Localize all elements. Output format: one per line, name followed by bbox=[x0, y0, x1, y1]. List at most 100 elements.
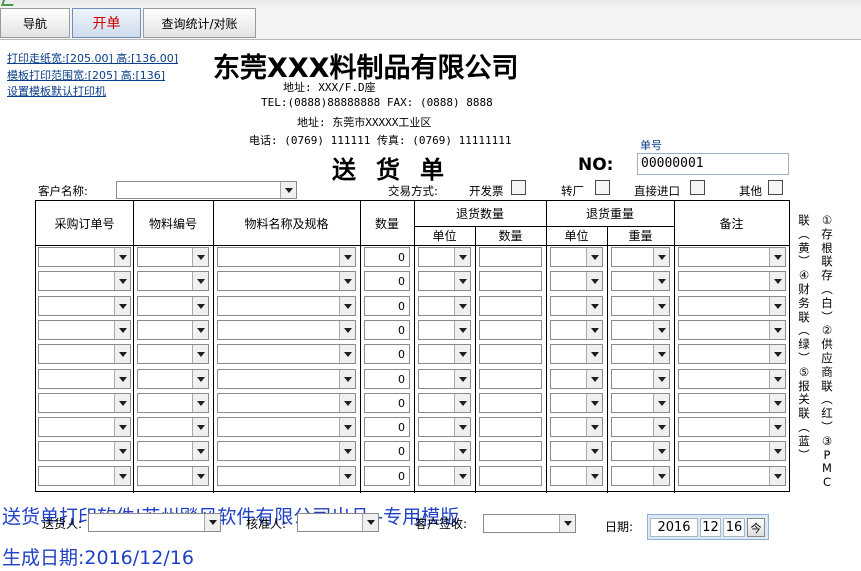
remark-select[interactable] bbox=[678, 319, 786, 340]
weight-select[interactable] bbox=[611, 344, 670, 365]
unit-select[interactable] bbox=[418, 319, 471, 340]
tab-query-stats[interactable]: 查询统计/对账 bbox=[143, 8, 256, 38]
material-no-select[interactable] bbox=[137, 392, 209, 413]
qty-input[interactable]: 0 bbox=[364, 368, 410, 389]
material-name-select[interactable] bbox=[217, 319, 356, 340]
other-checkbox[interactable] bbox=[768, 180, 783, 195]
chevron-down-icon[interactable] bbox=[114, 296, 130, 315]
weight-select[interactable] bbox=[611, 441, 670, 462]
chevron-down-icon[interactable] bbox=[114, 320, 130, 339]
return-count-input[interactable] bbox=[479, 295, 542, 316]
material-no-select[interactable] bbox=[137, 319, 209, 340]
material-name-select[interactable] bbox=[217, 344, 356, 365]
date-day[interactable]: 16 bbox=[723, 518, 745, 537]
material-no-select[interactable] bbox=[137, 368, 209, 389]
chevron-down-icon[interactable] bbox=[192, 442, 208, 461]
remark-select[interactable] bbox=[678, 271, 786, 292]
chevron-down-icon[interactable] bbox=[586, 248, 602, 266]
unit-select[interactable] bbox=[418, 417, 471, 438]
remark-select[interactable] bbox=[678, 392, 786, 413]
chevron-down-icon[interactable] bbox=[114, 345, 130, 364]
chevron-down-icon[interactable] bbox=[454, 393, 470, 412]
unit2-select[interactable] bbox=[550, 441, 603, 462]
unit2-select[interactable] bbox=[550, 465, 603, 486]
material-no-select[interactable] bbox=[137, 271, 209, 292]
tab-navigation[interactable]: 导航 bbox=[0, 8, 70, 38]
remark-select[interactable] bbox=[678, 295, 786, 316]
material-name-select[interactable] bbox=[217, 392, 356, 413]
unit2-select[interactable] bbox=[550, 368, 603, 389]
chevron-down-icon[interactable] bbox=[114, 393, 130, 412]
chevron-down-icon[interactable] bbox=[454, 418, 470, 437]
order-no-input[interactable]: 00000001 bbox=[637, 153, 789, 175]
po-select[interactable] bbox=[38, 417, 131, 438]
return-count-input[interactable] bbox=[479, 392, 542, 413]
chevron-down-icon[interactable] bbox=[454, 272, 470, 291]
return-count-input[interactable] bbox=[479, 465, 542, 486]
chevron-down-icon[interactable] bbox=[653, 248, 669, 266]
chevron-down-icon[interactable] bbox=[454, 442, 470, 461]
chevron-down-icon[interactable] bbox=[653, 320, 669, 339]
signer-select[interactable] bbox=[483, 514, 576, 533]
paper-size-link[interactable]: 打印走纸宽:[205.00] 高:[136.00] bbox=[7, 50, 178, 66]
chevron-down-icon[interactable] bbox=[454, 296, 470, 315]
qty-input[interactable]: 0 bbox=[364, 417, 410, 438]
material-name-select[interactable] bbox=[217, 295, 356, 316]
qty-input[interactable]: 0 bbox=[364, 295, 410, 316]
chevron-down-icon[interactable] bbox=[339, 466, 355, 485]
chevron-down-icon[interactable] bbox=[339, 248, 355, 266]
template-range-link[interactable]: 模板打印范围宽:[205] 高:[136] bbox=[7, 67, 165, 83]
chevron-down-icon[interactable] bbox=[769, 296, 785, 315]
sender-select[interactable] bbox=[88, 513, 221, 532]
material-name-select[interactable] bbox=[217, 247, 356, 267]
chevron-down-icon[interactable] bbox=[114, 272, 130, 291]
remark-select[interactable] bbox=[678, 417, 786, 438]
chevron-down-icon[interactable] bbox=[586, 369, 602, 388]
unit2-select[interactable] bbox=[550, 271, 603, 292]
chevron-down-icon[interactable] bbox=[192, 345, 208, 364]
chevron-down-icon[interactable] bbox=[114, 442, 130, 461]
qty-input[interactable]: 0 bbox=[364, 392, 410, 413]
chevron-down-icon[interactable] bbox=[586, 296, 602, 315]
chevron-down-icon[interactable] bbox=[769, 272, 785, 291]
chevron-down-icon[interactable] bbox=[653, 442, 669, 461]
chevron-down-icon[interactable] bbox=[653, 345, 669, 364]
chevron-down-icon[interactable] bbox=[769, 369, 785, 388]
weight-select[interactable] bbox=[611, 417, 670, 438]
material-no-select[interactable] bbox=[137, 465, 209, 486]
chevron-down-icon[interactable] bbox=[653, 466, 669, 485]
remark-select[interactable] bbox=[678, 344, 786, 365]
po-select[interactable] bbox=[38, 295, 131, 316]
chevron-down-icon[interactable] bbox=[586, 442, 602, 461]
po-select[interactable] bbox=[38, 271, 131, 292]
chevron-down-icon[interactable] bbox=[192, 466, 208, 485]
unit-select[interactable] bbox=[418, 295, 471, 316]
weight-select[interactable] bbox=[611, 247, 670, 267]
chevron-down-icon[interactable] bbox=[280, 182, 296, 198]
chevron-down-icon[interactable] bbox=[339, 345, 355, 364]
unit-select[interactable] bbox=[418, 271, 471, 292]
chevron-down-icon[interactable] bbox=[339, 393, 355, 412]
chevron-down-icon[interactable] bbox=[339, 272, 355, 291]
remark-select[interactable] bbox=[678, 441, 786, 462]
material-no-select[interactable] bbox=[137, 295, 209, 316]
po-select[interactable] bbox=[38, 319, 131, 340]
chevron-down-icon[interactable] bbox=[586, 272, 602, 291]
return-count-input[interactable] bbox=[479, 344, 542, 365]
chevron-down-icon[interactable] bbox=[769, 418, 785, 437]
chevron-down-icon[interactable] bbox=[454, 345, 470, 364]
material-no-select[interactable] bbox=[137, 417, 209, 438]
remark-select[interactable] bbox=[678, 368, 786, 389]
qty-input[interactable]: 0 bbox=[364, 247, 410, 267]
return-count-input[interactable] bbox=[479, 319, 542, 340]
chevron-down-icon[interactable] bbox=[454, 320, 470, 339]
unit2-select[interactable] bbox=[550, 344, 603, 365]
calendar-icon[interactable]: 今 bbox=[747, 518, 765, 537]
weight-select[interactable] bbox=[611, 465, 670, 486]
chevron-down-icon[interactable] bbox=[769, 345, 785, 364]
transfer-checkbox[interactable] bbox=[595, 180, 610, 195]
chevron-down-icon[interactable] bbox=[339, 418, 355, 437]
chevron-down-icon[interactable] bbox=[192, 248, 208, 266]
chevron-down-icon[interactable] bbox=[362, 514, 378, 531]
qty-input[interactable]: 0 bbox=[364, 441, 410, 462]
